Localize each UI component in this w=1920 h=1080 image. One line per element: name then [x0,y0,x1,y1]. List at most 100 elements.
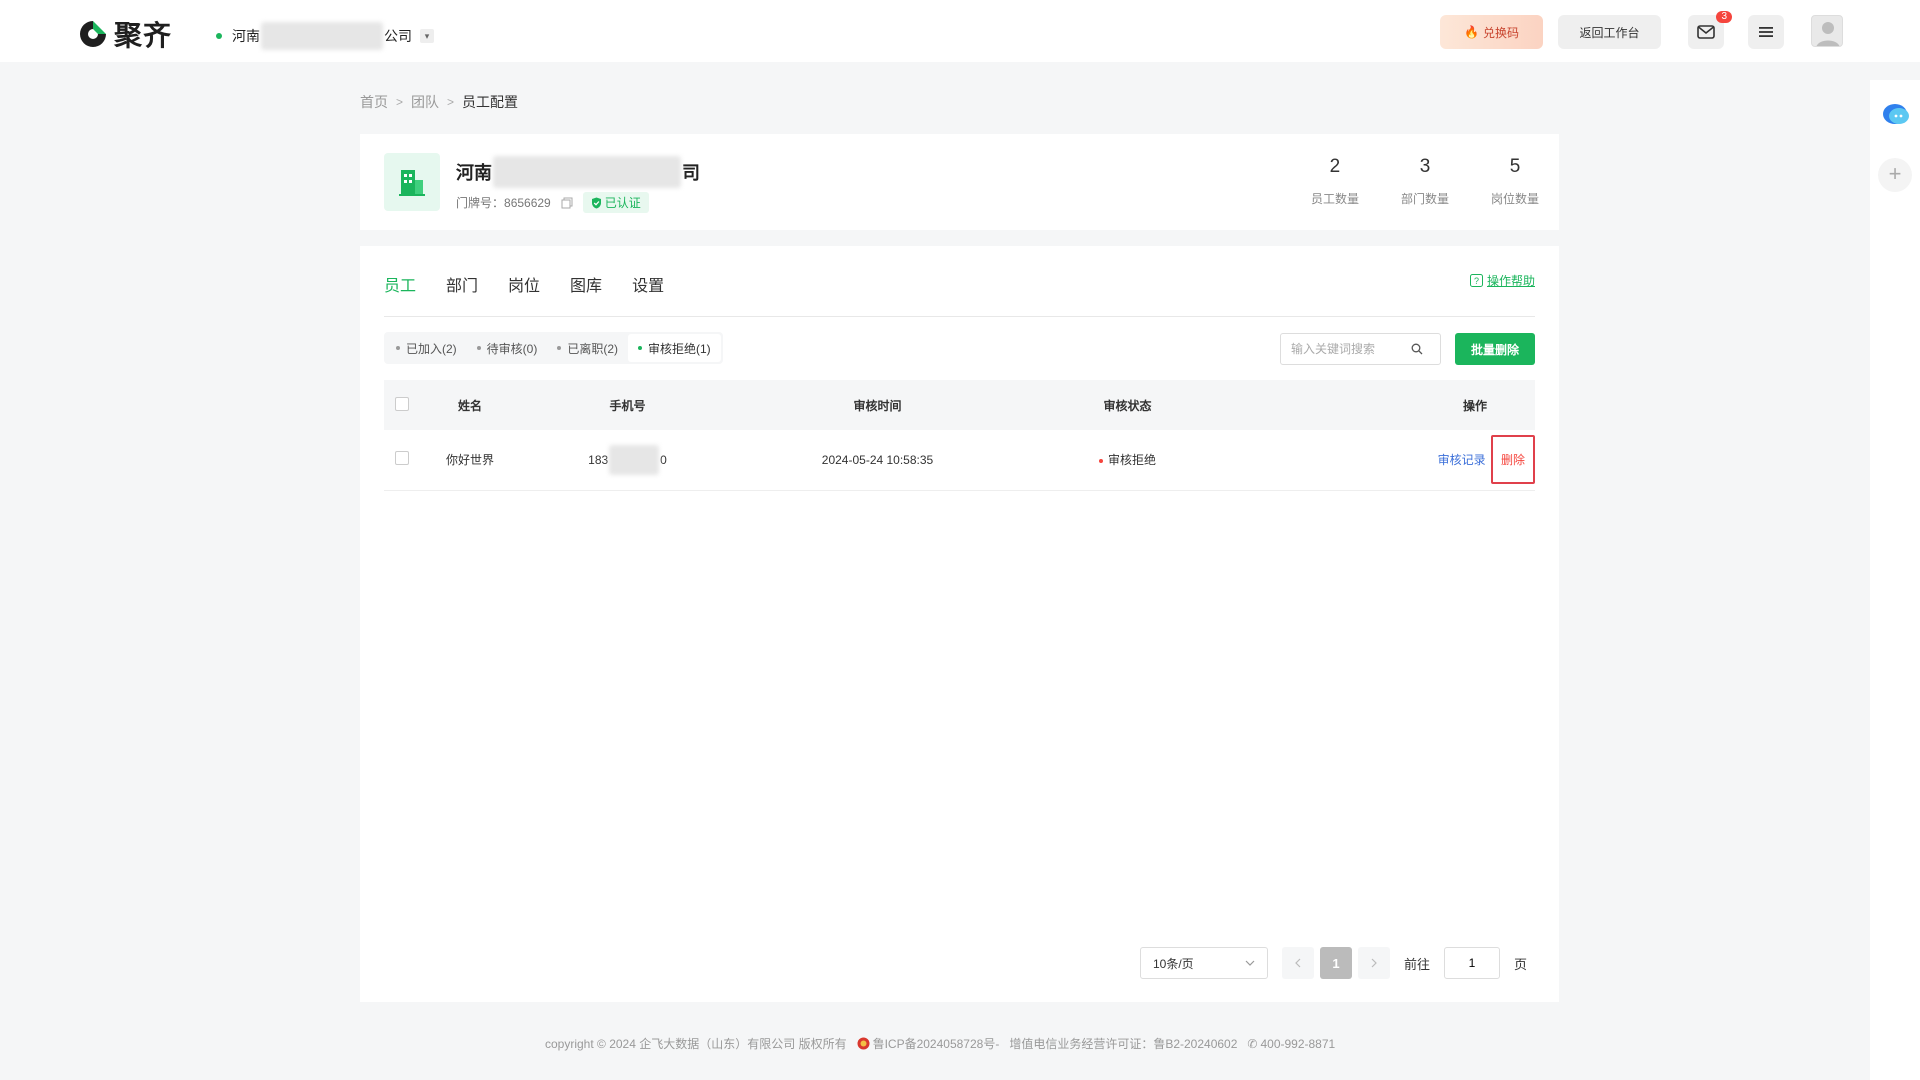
batch-delete-button[interactable]: 批量删除 [1455,333,1535,365]
cell-name: 你好世界 [445,453,494,468]
user-avatar[interactable] [1811,15,1843,47]
svg-text:?: ? [1474,276,1479,286]
fire-icon: 🔥 [1464,25,1479,39]
logo[interactable]: 聚齐 [78,14,172,54]
goto-label: 前往 [1404,956,1431,972]
company-stats: 2 员工数量 3 部门数量 5 岗位数量 [1311,156,1539,207]
back-to-workspace-button[interactable]: 返回工作台 [1558,15,1661,49]
page-suffix: 页 [1514,956,1528,972]
logo-text: 聚齐 [114,20,173,51]
chevron-left-icon [1295,958,1301,968]
chevron-right-icon: > [396,95,404,109]
user-icon [1816,22,1840,46]
status-dot [1098,459,1103,464]
mail-badge: 3 [1716,11,1732,23]
chevron-right-icon: > [447,95,455,109]
icp-text: 鲁ICP备2024058728号- [872,1037,1000,1051]
org-name-prefix: 河南 [232,28,260,44]
redeem-code-button[interactable]: 🔥 兑换码 [1440,15,1543,49]
dot-icon [638,346,643,350]
company-name-redacted [493,156,681,188]
pagination: 10条/页 1 前往 页 [1140,947,1527,979]
dot-icon [476,346,481,350]
phone-text: 400-992-8871 [1260,1036,1336,1051]
company-name: 河南 司 [456,156,700,188]
mail-button[interactable]: 3 [1688,11,1732,49]
search-input[interactable] [1291,342,1411,356]
table-row: 你好世界 183 0 2024-05-24 10:58:35 审核拒绝 审核记录… [384,430,1535,490]
chevron-down-icon [1245,960,1255,966]
page-buttons: 1 [1282,947,1390,979]
org-name-suffix: 公司 [384,28,412,44]
breadcrumb-home[interactable]: 首页 [360,92,388,112]
org-switcher[interactable]: 河南 公司 ▾ [216,22,434,50]
license-text: 增值电信业务经营许可证：鲁B2-20240602 [1009,1037,1238,1051]
shield-check-icon [591,197,601,208]
company-name-prefix: 河南 [456,163,492,183]
chat-assistant-icon[interactable] [1882,102,1910,128]
filter-rejected[interactable]: 审核拒绝(1) [628,334,721,362]
cell-status: 审核拒绝 [1020,430,1235,490]
column-header: 姓名 [457,398,482,413]
verified-badge: 已认证 [582,192,649,213]
search-icon[interactable] [1411,343,1423,355]
copy-icon[interactable] [561,197,573,209]
delete-link[interactable]: 删除 [1490,435,1535,485]
top-bar: 聚齐 河南 公司 ▾ 🔥 兑换码 返回工作台 3 [0,0,1920,62]
tab-settings[interactable]: 设置 [632,272,664,296]
page-size-select[interactable]: 10条/页 [1140,947,1268,979]
review-record-link[interactable]: 审核记录 [1438,453,1486,467]
filter-pending[interactable]: 待审核(0) [467,334,548,362]
employee-table: 姓名 手机号 审核时间 审核状态 操作 你好世界 183 0 2024-05-2… [384,380,1535,491]
select-all-cell [384,380,420,430]
caret-down-icon[interactable]: ▾ [420,29,434,43]
building-icon [384,153,440,211]
doorplate-value: 8656629 [504,196,551,210]
stat-value: 5 [1509,156,1521,177]
breadcrumb-current: 员工配置 [462,94,519,110]
page-size-value: 10条/页 [1153,956,1194,971]
cell-phone: 183 0 [520,430,735,490]
column-header: 审核状态 [1103,398,1152,413]
stat-label: 部门数量 [1400,192,1449,206]
help-label: 操作帮助 [1486,274,1535,288]
select-all-checkbox[interactable] [395,396,409,411]
filter-left[interactable]: 已离职(2) [547,334,628,362]
tab-departments[interactable]: 部门 [446,272,478,296]
phone-suffix: 0 [660,452,667,467]
tab-positions[interactable]: 岗位 [508,272,540,296]
main-panel: 员工 部门 岗位 图库 设置 ? 操作帮助 已加入(2) 待审核(0) 已离职(… [360,246,1559,1002]
next-page-button[interactable] [1358,947,1390,979]
logo-mark-icon [80,21,106,47]
phone-prefix: 183 [588,452,609,467]
column-header: 审核时间 [853,398,902,413]
company-card: 河南 司 门牌号：8656629 已认证 2 员工数量 3 部门数量 5 岗位数… [360,134,1559,230]
add-icon[interactable]: + [1878,158,1912,192]
stat-label: 岗位数量 [1490,192,1539,206]
phone-icon: ✆ [1247,1036,1258,1051]
org-status-dot [216,33,222,39]
police-badge-icon [857,1037,870,1050]
row-checkbox[interactable] [395,451,409,466]
chevron-right-icon [1371,958,1377,968]
stat-employees: 2 员工数量 [1311,156,1359,207]
divider [384,316,1535,317]
company-name-suffix: 司 [682,163,700,183]
menu-button[interactable] [1748,15,1784,49]
goto-page-input[interactable] [1444,947,1501,979]
help-link[interactable]: ? 操作帮助 [1469,272,1535,289]
mail-icon [1697,25,1715,39]
tab-gallery[interactable]: 图库 [570,272,602,296]
hamburger-icon [1759,27,1773,37]
stat-value: 3 [1419,156,1431,177]
breadcrumb-team[interactable]: 团队 [411,92,439,112]
stat-label: 员工数量 [1310,192,1359,206]
column-header: 操作 [1462,398,1487,413]
icp-record[interactable]: 鲁ICP备2024058728号- [857,1035,1000,1052]
page-button-current[interactable]: 1 [1320,947,1352,979]
stat-departments: 3 部门数量 [1401,156,1449,207]
copyright-text: copyright © 2024 企飞大数据（山东）有限公司 版权所有 [545,1037,847,1051]
tab-employees[interactable]: 员工 [384,272,416,296]
prev-page-button[interactable] [1282,947,1314,979]
filter-joined[interactable]: 已加入(2) [386,334,467,362]
